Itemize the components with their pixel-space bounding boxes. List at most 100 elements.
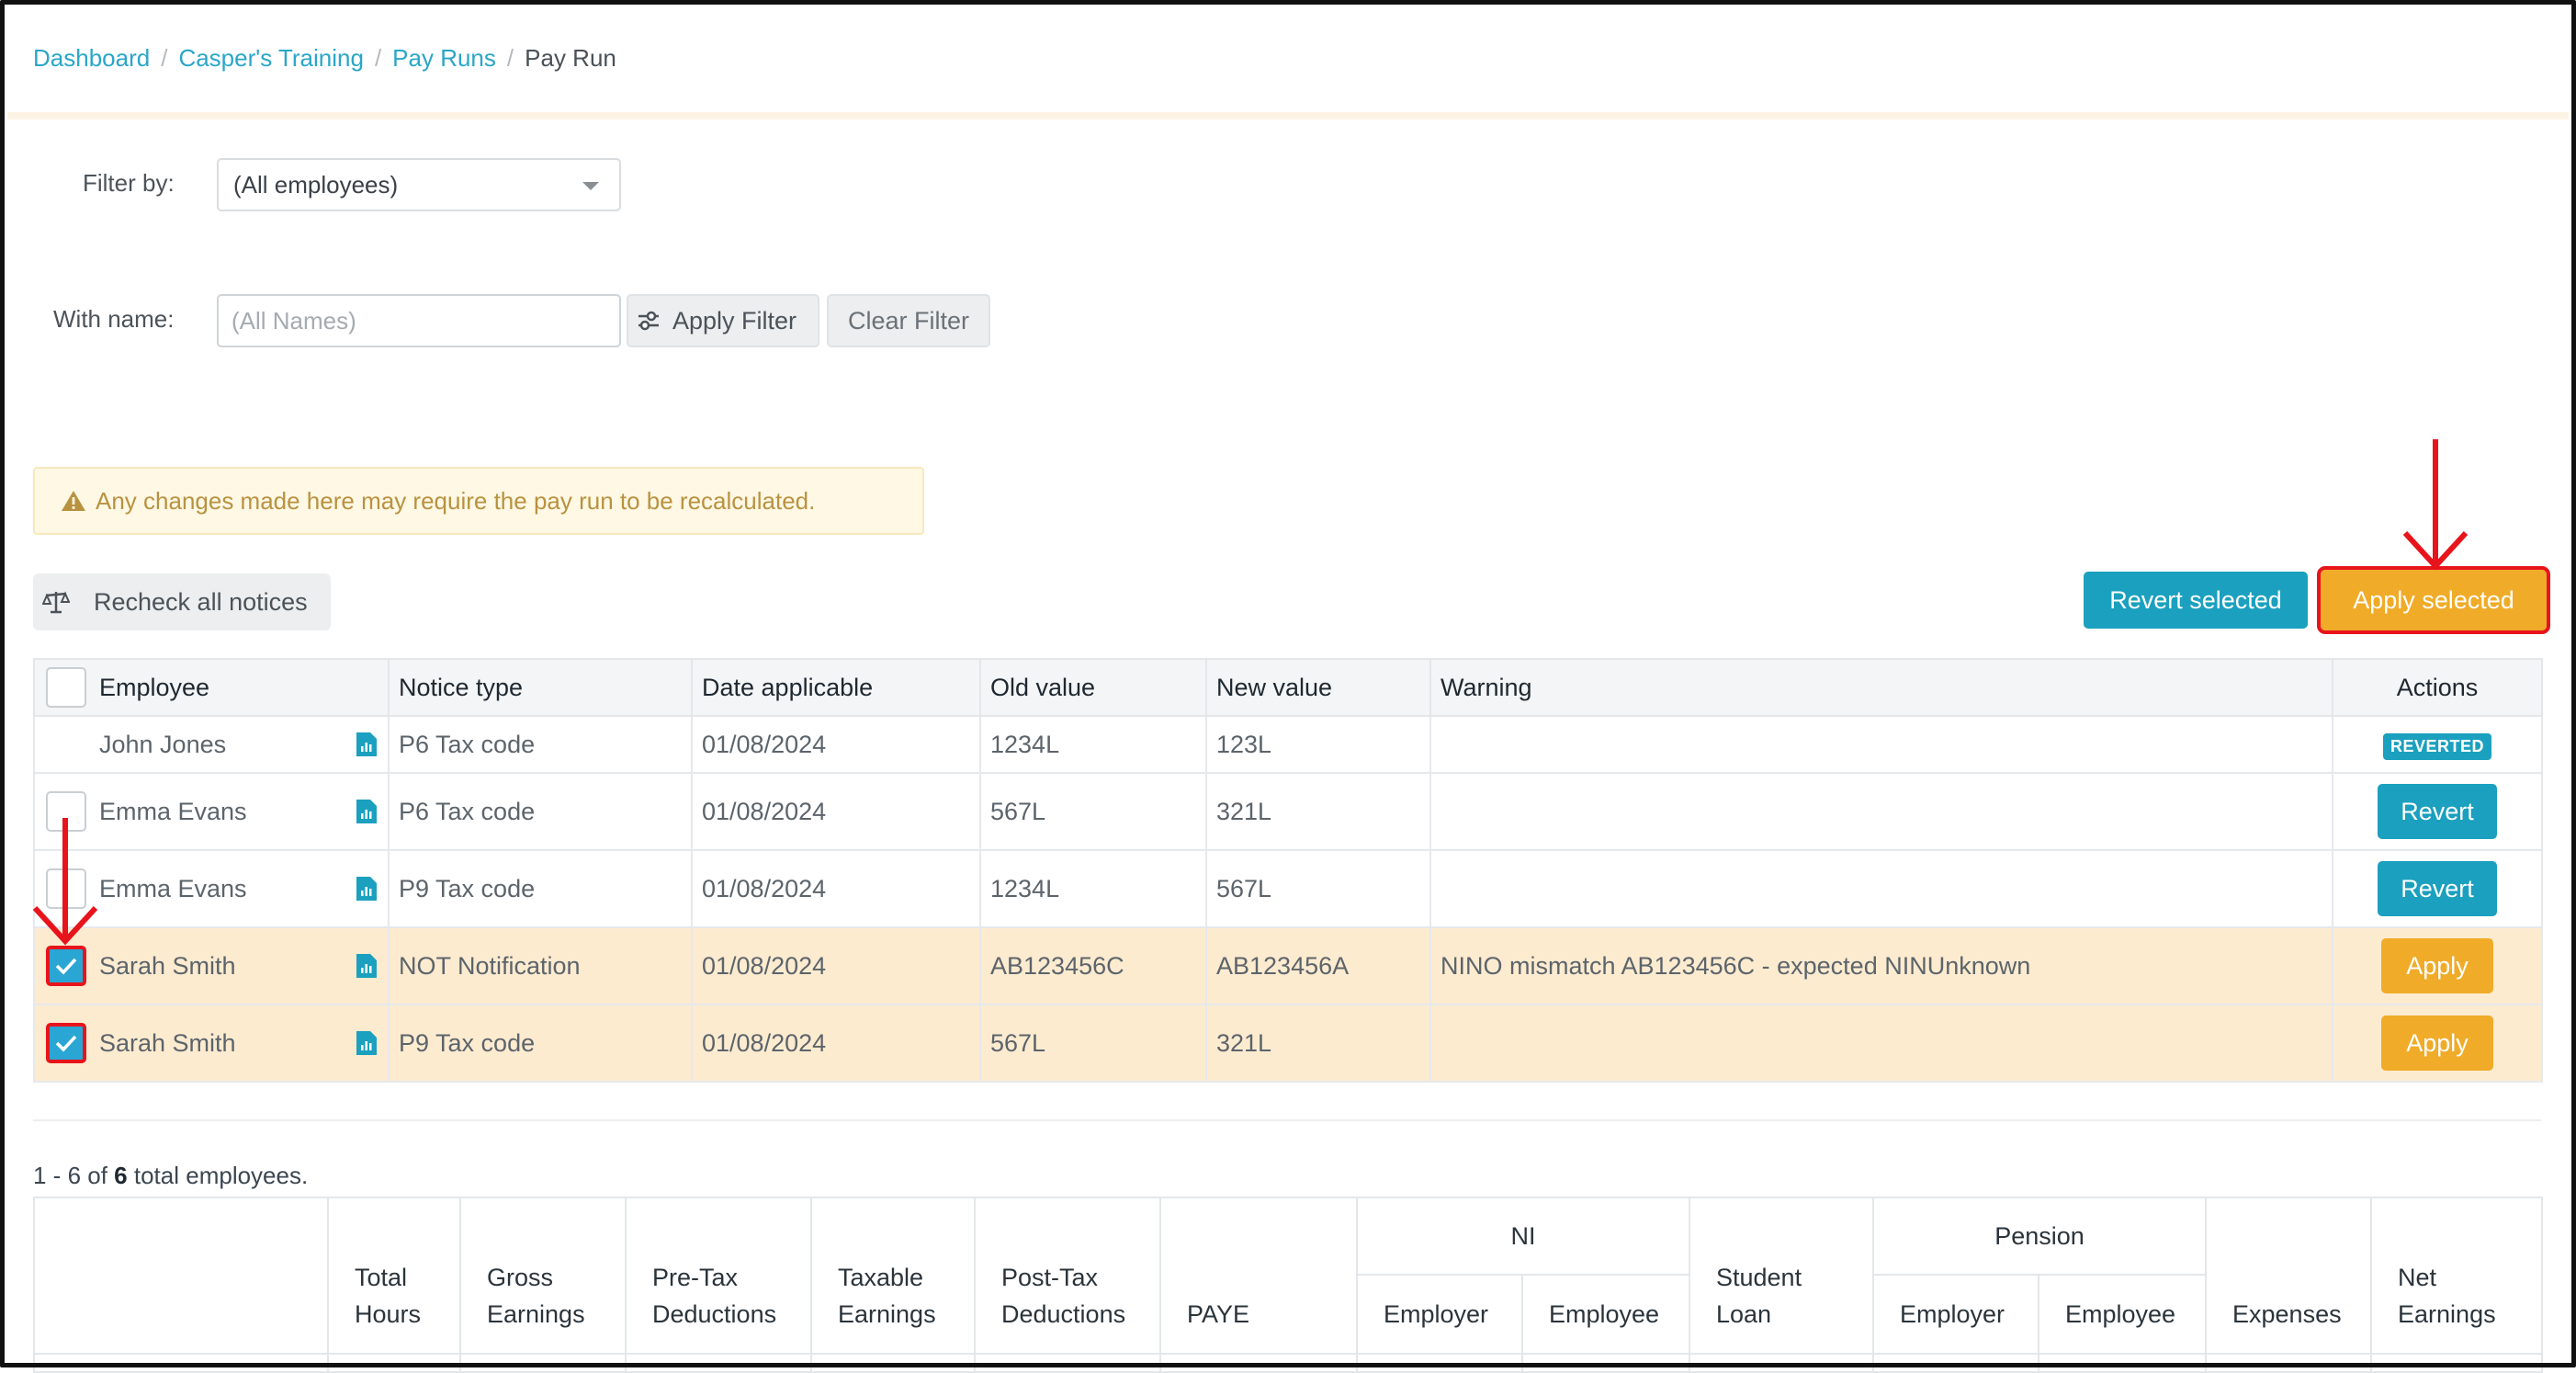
payslip-report-icon[interactable] — [355, 952, 378, 980]
filter-by-select[interactable]: (All employees) — [217, 158, 621, 211]
revert-button[interactable]: Revert — [2378, 861, 2497, 916]
header-divider — [7, 112, 2569, 119]
actions-cell: Apply — [2332, 1004, 2543, 1083]
breadcrumb-current: Pay Run — [525, 43, 616, 72]
column-header-ni-employer: Employer — [1356, 1274, 1523, 1355]
new-value-cell: AB123456A — [1205, 926, 1431, 1005]
date-cell: 01/08/2024 — [691, 772, 981, 851]
column-header-employee-blank — [33, 1197, 329, 1355]
name-search-input[interactable] — [217, 294, 621, 347]
notice-type-cell: NOT Notification — [388, 926, 693, 1005]
annotation-arrow-icon — [32, 818, 98, 946]
warning-cell — [1429, 849, 2333, 928]
column-header-old-value: Old value — [979, 658, 1207, 717]
column-header-employee: Employee — [33, 658, 390, 717]
checkmark-icon — [55, 1035, 77, 1052]
checkmark-icon — [55, 958, 77, 975]
row-checkbox[interactable] — [46, 946, 86, 986]
clear-filter-button[interactable]: Clear Filter — [827, 294, 990, 347]
apply-button[interactable]: Apply — [2381, 1016, 2493, 1071]
with-name-label: With name: — [53, 305, 175, 333]
column-group-pension: Pension — [1871, 1197, 2208, 1276]
select-all-checkbox[interactable] — [46, 667, 86, 708]
actions-cell: Revert — [2332, 772, 2543, 851]
revert-selected-button[interactable]: Revert selected — [2084, 572, 2308, 629]
employee-name: Sarah Smith — [99, 951, 236, 980]
summary-row-partial — [33, 1353, 2544, 1373]
notice-type-cell: P9 Tax code — [388, 849, 693, 928]
warning-cell — [1429, 1004, 2333, 1083]
column-group-ni: NI — [1356, 1197, 1690, 1276]
warning-cell — [1429, 772, 2333, 851]
recheck-label: Recheck all notices — [94, 587, 308, 616]
column-header-actions: Actions — [2332, 658, 2543, 717]
caret-down-icon — [582, 182, 599, 190]
date-cell: 01/08/2024 — [691, 715, 981, 774]
actions-cell: REVERTED — [2332, 715, 2543, 774]
revert-button[interactable]: Revert — [2378, 784, 2497, 839]
row-checkbox[interactable] — [46, 1023, 86, 1063]
annotation-arrow-icon — [2402, 439, 2469, 571]
column-header-expenses: Expenses — [2205, 1197, 2373, 1355]
column-header-gross-earnings: Gross Earnings — [459, 1197, 627, 1355]
actions-cell: Revert — [2332, 849, 2543, 928]
breadcrumb: Dashboard / Casper's Training / Pay Runs… — [33, 40, 616, 75]
warning-icon — [62, 491, 85, 511]
recheck-all-notices-button[interactable]: Recheck all notices — [33, 573, 331, 630]
pay-run-summary-table: Total Hours Gross Earnings Pre-Tax Deductio… — [33, 1197, 2544, 1373]
breadcrumb-pay-runs[interactable]: Pay Runs — [392, 44, 496, 73]
actions-cell: Apply — [2332, 926, 2543, 1005]
table-row: Emma Evans P6 Tax code 01/08/2024 567L 3… — [33, 772, 2543, 851]
new-value-cell: 567L — [1205, 849, 1431, 928]
table-row: John Jones P6 Tax code 01/08/2024 1234L … — [33, 715, 2543, 774]
warning-cell — [1429, 715, 2333, 774]
column-header-ni-employee: Employee — [1521, 1274, 1690, 1355]
column-header-net-earnings: Net Earnings — [2370, 1197, 2544, 1355]
alert-text: Any changes made here may require the pa… — [96, 486, 816, 515]
payslip-report-icon[interactable] — [355, 731, 378, 758]
employee-name: Sarah Smith — [99, 1028, 236, 1057]
date-cell: 01/08/2024 — [691, 1004, 981, 1083]
filter-by-label: Filter by: — [83, 169, 175, 197]
table-row: Emma Evans P9 Tax code 01/08/2024 1234L … — [33, 849, 2543, 928]
employee-cell: John Jones — [33, 715, 390, 774]
breadcrumb-separator: / — [506, 43, 514, 72]
payslip-report-icon[interactable] — [355, 1029, 378, 1057]
summary-header-row: Total Hours Gross Earnings Pre-Tax Deductio… — [33, 1197, 2544, 1355]
column-header-pre-tax-deductions: Pre-Tax Deductions — [625, 1197, 812, 1355]
breadcrumb-caspers-training[interactable]: Casper's Training — [178, 44, 364, 73]
table-row: Sarah Smith NOT Notification 01/08/2024 … — [33, 926, 2543, 1005]
old-value-cell: 1234L — [979, 715, 1207, 774]
notice-type-cell: P9 Tax code — [388, 1004, 693, 1083]
breadcrumb-separator: / — [374, 43, 382, 72]
column-header-post-tax-deductions: Post-Tax Deductions — [974, 1197, 1161, 1355]
payslip-report-icon[interactable] — [355, 798, 378, 825]
employee-count: 1 - 6 of 6 total employees. — [33, 1162, 309, 1189]
breadcrumb-dashboard[interactable]: Dashboard — [33, 44, 150, 73]
employee-name: John Jones — [99, 730, 227, 758]
notice-type-cell: P6 Tax code — [388, 772, 693, 851]
column-header-taxable-earnings: Taxable Earnings — [810, 1197, 976, 1355]
column-header-pension-employer: Employer — [1872, 1274, 2039, 1355]
column-header-notice-type: Notice type — [388, 658, 693, 717]
sliders-icon — [638, 311, 659, 331]
filter-by-value: (All employees) — [233, 170, 399, 199]
breadcrumb-separator: / — [161, 43, 168, 72]
old-value-cell: AB123456C — [979, 926, 1207, 1005]
payslip-report-icon[interactable] — [355, 875, 378, 902]
apply-button[interactable]: Apply — [2381, 938, 2493, 993]
warning-cell: NINO mismatch AB123456C - expected NINUn… — [1429, 926, 2333, 1005]
apply-filter-button[interactable]: Apply Filter — [627, 294, 819, 347]
pay-run-page: Dashboard / Casper's Training / Pay Runs… — [0, 0, 2576, 1373]
employee-cell: Sarah Smith — [33, 1004, 390, 1083]
apply-filter-label: Apply Filter — [672, 306, 797, 335]
balance-scale-icon — [42, 591, 70, 614]
apply-selected-button[interactable]: Apply selected — [2317, 566, 2550, 634]
section-divider — [33, 1119, 2541, 1121]
column-header-new-value: New value — [1205, 658, 1431, 717]
new-value-cell: 321L — [1205, 1004, 1431, 1083]
column-header-paye: PAYE — [1159, 1197, 1358, 1355]
old-value-cell: 567L — [979, 772, 1207, 851]
reverted-status-badge: REVERTED — [2382, 732, 2491, 760]
new-value-cell: 321L — [1205, 772, 1431, 851]
